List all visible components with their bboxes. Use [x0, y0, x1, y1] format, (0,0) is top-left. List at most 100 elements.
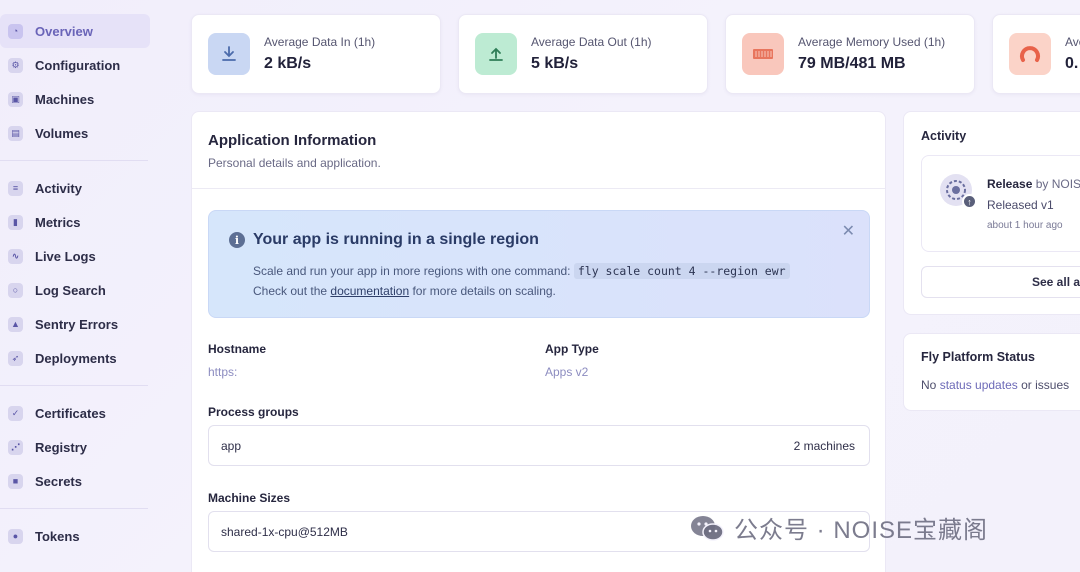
release-label: Release	[987, 177, 1033, 191]
sidebar-item-registry[interactable]: ⋰ Registry	[0, 430, 150, 464]
sidebar-item-label: Registry	[35, 439, 88, 455]
process-group-name: app	[221, 438, 242, 453]
sidebar-item-label: Activity	[35, 180, 82, 196]
gear-icon: ⚙	[8, 57, 23, 73]
platform-status-text: No status updates or issues	[921, 378, 1069, 392]
sidebar-item-certificates[interactable]: ✓ Certificates	[0, 396, 150, 430]
stat-label: Average Memory Used (1h)	[798, 35, 946, 49]
sidebar-item-label: Volumes	[35, 125, 89, 141]
alert-line-2: Check out the documentation for more det…	[229, 281, 849, 301]
sidebar-item-label: Deployments	[35, 350, 117, 366]
release-item[interactable]: ↑ Release by NOIS Released v1 about 1 ho…	[921, 155, 1080, 252]
lock-icon: ■	[8, 473, 23, 489]
sidebar-item-tokens[interactable]: ● Tokens	[0, 519, 150, 553]
stat-card-memory: Average Memory Used (1h) 79 MB/481 MB	[725, 14, 975, 94]
stat-label: Average Data Out (1h)	[531, 35, 652, 49]
wechat-icon	[691, 515, 724, 541]
sidebar-item-secrets[interactable]: ■ Secrets	[0, 464, 150, 498]
rocket-icon: ➶	[8, 350, 23, 366]
stat-value: 0.	[1065, 55, 1079, 72]
sidebar-item-live-logs[interactable]: ∿ Live Logs	[0, 239, 150, 273]
see-all-button[interactable]: See all a	[921, 266, 1080, 298]
app-type-label: App Type	[545, 342, 599, 356]
sidebar-item-overview[interactable]: ◔ Overview	[0, 14, 150, 48]
stat-label: Ave	[1065, 35, 1080, 49]
sidebar-item-label: Sentry Errors	[35, 316, 119, 332]
alert-title-text: Your app is running in a single region	[253, 231, 539, 248]
process-group-row[interactable]: app 2 machines	[208, 425, 870, 466]
process-groups-label: Process groups	[208, 405, 299, 419]
token-icon: ●	[8, 528, 23, 544]
info-icon: i	[229, 232, 245, 248]
stat-label: Average Data In (1h)	[264, 35, 376, 49]
machine-sizes-label: Machine Sizes	[208, 491, 291, 505]
sidebar-item-label: Live Logs	[35, 248, 96, 264]
panel-header: Application Information Personal details…	[192, 112, 885, 189]
stat-card-data-in: Average Data In (1h) 2 kB/s	[191, 14, 441, 94]
stat-card-partial: Ave 0.	[992, 14, 1080, 94]
sidebar-divider	[0, 385, 148, 386]
hostname-label: Hostname	[208, 342, 267, 356]
sidebar-item-deployments[interactable]: ➶ Deployments	[0, 341, 150, 375]
watermark: 公众号 · NOISE宝藏阁	[690, 510, 988, 545]
waveform-icon: ∿	[8, 248, 23, 264]
sidebar-item-label: Metrics	[35, 214, 81, 230]
search-icon: ○	[8, 282, 23, 298]
chart-pie-icon: ◔	[8, 23, 23, 39]
sidebar-item-label: Machines	[35, 91, 95, 107]
scale-command: fly scale count 4 --region ewr	[573, 263, 790, 279]
sidebar-divider	[0, 508, 148, 509]
memory-icon	[742, 33, 784, 75]
bar-chart-icon: ▮	[8, 214, 23, 230]
alert-title: i Your app is running in a single region	[229, 231, 849, 249]
activity-title: Activity	[921, 129, 967, 143]
status-text: No	[921, 378, 937, 392]
hostname-value[interactable]: https:	[208, 365, 237, 379]
sidebar-item-machines[interactable]: ▣ Machines	[0, 82, 150, 116]
machine-size-value: shared-1x-cpu@512MB	[221, 524, 348, 539]
sidebar-item-label: Secrets	[35, 473, 82, 489]
stat-value: 79 MB/481 MB	[798, 55, 906, 72]
stat-card-data-out: Average Data Out (1h) 5 kB/s	[458, 14, 708, 94]
sidebar-item-label: Log Search	[35, 282, 106, 298]
single-region-alert: ✕ i Your app is running in a single regi…	[208, 210, 870, 318]
alert-text: for more details on scaling.	[412, 284, 556, 298]
sidebar: ◔ Overview ⚙ Configuration ▣ Machines ▤ …	[0, 0, 160, 572]
app-type-value: Apps v2	[545, 365, 589, 379]
alert-text: Check out the	[253, 284, 328, 298]
status-updates-link[interactable]: status updates	[940, 378, 1018, 392]
share-icon: ⋰	[8, 439, 23, 455]
sidebar-item-volumes[interactable]: ▤ Volumes	[0, 116, 150, 150]
sidebar-item-label: Overview	[35, 23, 93, 39]
panel-subtitle: Personal details and application.	[208, 156, 381, 170]
release-version: Released v1	[987, 198, 1054, 212]
sidebar-item-activity[interactable]: ≡ Activity	[0, 171, 150, 205]
activity-card: Activity ↑ Release by NOIS Released v1 a…	[903, 111, 1080, 315]
panel-title: Application Information	[208, 132, 377, 149]
triangle-icon: ▲	[8, 316, 23, 332]
activity-icon: ≡	[8, 180, 23, 196]
status-text: or issues	[1021, 378, 1070, 392]
release-heading: Release by NOIS	[987, 177, 1080, 191]
stat-value: 5 kB/s	[531, 55, 579, 72]
close-icon[interactable]: ✕	[842, 221, 855, 241]
sidebar-item-label: Configuration	[35, 57, 121, 73]
documentation-link[interactable]: documentation	[330, 284, 409, 298]
sidebar-item-label: Tokens	[35, 528, 80, 544]
download-icon	[208, 33, 250, 75]
stat-value: 2 kB/s	[264, 55, 312, 72]
arrow-up-icon: ↑	[962, 194, 977, 209]
gauge-icon	[1009, 33, 1051, 75]
sidebar-item-metrics[interactable]: ▮ Metrics	[0, 205, 150, 239]
cpu-icon: ▣	[8, 91, 23, 107]
application-info-panel: Application Information Personal details…	[191, 111, 886, 572]
sidebar-item-sentry-errors[interactable]: ▲ Sentry Errors	[0, 307, 150, 341]
sidebar-item-log-search[interactable]: ○ Log Search	[0, 273, 150, 307]
alert-text: Scale and run your app in more regions w…	[253, 264, 571, 278]
release-author: by NOIS	[1035, 177, 1080, 191]
watermark-text: 公众号 · NOISE宝藏阁	[734, 517, 989, 544]
upload-icon	[475, 33, 517, 75]
release-time: about 1 hour ago	[987, 220, 1063, 231]
badge-check-icon: ✓	[8, 405, 23, 421]
sidebar-item-configuration[interactable]: ⚙ Configuration	[0, 48, 150, 82]
